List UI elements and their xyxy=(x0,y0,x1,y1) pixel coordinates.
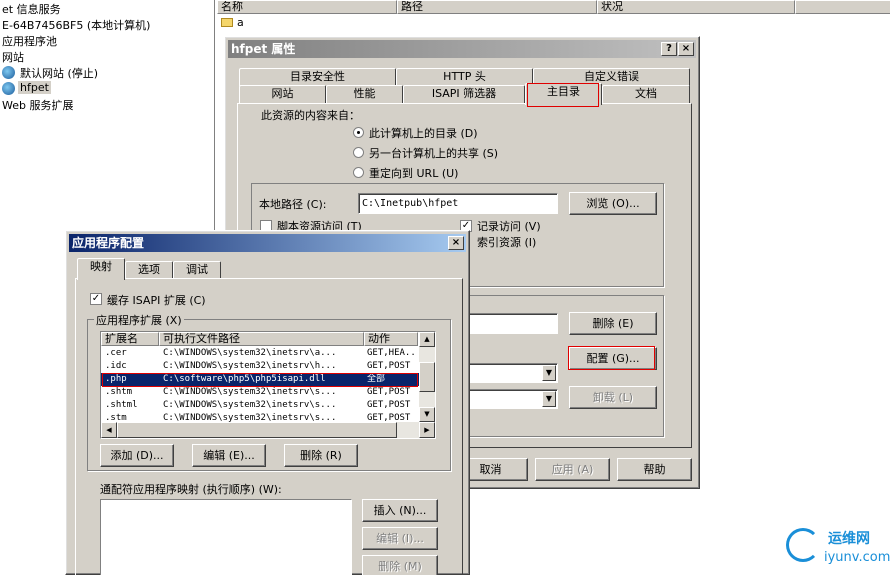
source-label: 此资源的内容来自： xyxy=(261,109,360,122)
folder-icon xyxy=(221,18,233,27)
list-item[interactable]: a xyxy=(237,16,244,29)
tree-item-local-computer[interactable]: E-64B7456BF5 (本地计算机) xyxy=(2,17,150,33)
tab-debugging[interactable]: 调试 xyxy=(173,261,221,279)
cell-verbs: GET,HEA... xyxy=(367,348,417,358)
tab-mappings[interactable]: 映射 xyxy=(77,258,125,280)
local-path-label: 本地路径 (C): xyxy=(259,198,327,211)
remove-wildcard-button[interactable]: 删除 (M) xyxy=(362,555,438,575)
radio-local-directory-label: 此计算机上的目录 (D) xyxy=(369,127,478,140)
watermark-url: iyunv.com xyxy=(824,550,890,565)
radio-network-share-label: 另一台计算机上的共享 (S) xyxy=(369,147,499,160)
tab-performance[interactable]: 性能 xyxy=(326,85,403,103)
app-config-dialog: 应用程序配置 × 映射 选项 调试 ✓ 缓存 ISAPI 扩展 (C) 应用程序… xyxy=(65,230,470,575)
globe-icon xyxy=(2,66,15,79)
scroll-left-icon[interactable]: ◀ xyxy=(101,422,117,438)
table-row[interactable]: .cer C:\WINDOWS\system32\inetsrv\a... GE… xyxy=(101,347,419,360)
local-path-input[interactable]: C:\Inetpub\hfpet xyxy=(358,193,558,214)
tab-documents[interactable]: 文档 xyxy=(602,85,690,103)
tree-item-websites[interactable]: 网站 xyxy=(2,49,24,65)
tab-directory-security[interactable]: 目录安全性 xyxy=(239,68,396,86)
tree-item-iis[interactable]: et 信息服务 xyxy=(2,1,61,17)
scroll-down-icon[interactable]: ▼ xyxy=(419,407,435,422)
column-executable-path[interactable]: 可执行文件路径 xyxy=(159,332,364,346)
index-resource-label: 索引资源 (I) xyxy=(477,236,537,249)
tab-website[interactable]: 网站 xyxy=(239,85,326,103)
cell-extension: .cer xyxy=(105,348,127,358)
table-row[interactable]: .stm C:\WINDOWS\system32\inetsrv\s... GE… xyxy=(101,412,419,422)
column-status[interactable]: 状况 xyxy=(597,0,795,14)
table-row[interactable]: .shtm C:\WINDOWS\system32\inetsrv\s... G… xyxy=(101,386,419,399)
help-bottom-button[interactable]: 帮助 xyxy=(617,458,692,481)
table-row[interactable]: .shtml C:\WINDOWS\system32\inetsrv\s... … xyxy=(101,399,419,412)
tree-item-app-pools[interactable]: 应用程序池 xyxy=(2,33,57,49)
cell-extension: .shtml xyxy=(105,400,138,410)
close-button[interactable]: × xyxy=(678,42,694,56)
log-access-label: 记录访问 (V) xyxy=(477,220,541,233)
cell-path: C:\WINDOWS\system32\inetsrv\a... xyxy=(163,348,337,358)
horizontal-scrollbar[interactable]: ◀ ▶ xyxy=(101,422,435,438)
cache-isapi-checkbox[interactable]: ✓ xyxy=(90,293,102,305)
chevron-down-icon: ▼ xyxy=(542,391,556,407)
radio-network-share[interactable] xyxy=(353,147,364,158)
scroll-thumb[interactable] xyxy=(419,362,435,392)
column-path[interactable]: 路径 xyxy=(397,0,597,14)
cell-path: C:\WINDOWS\system32\inetsrv\s... xyxy=(163,387,337,397)
cell-path: C:\WINDOWS\system32\inetsrv\s... xyxy=(163,400,337,410)
cell-extension: .stm xyxy=(105,413,127,422)
edit-wildcard-button[interactable]: 编辑 (I)... xyxy=(362,527,438,550)
extensions-group-label: 应用程序扩展 (X) xyxy=(94,312,184,328)
apply-button[interactable]: 应用 (A) xyxy=(535,458,610,481)
cache-isapi-label: 缓存 ISAPI 扩展 (C) xyxy=(107,294,206,307)
cell-verbs: GET,POST xyxy=(367,387,411,397)
wildcard-label: 通配符应用程序映射 (执行顺序) (W): xyxy=(100,483,282,496)
scroll-right-icon[interactable]: ▶ xyxy=(419,422,435,438)
table-row[interactable]: .idc C:\WINDOWS\system32\inetsrv\h... GE… xyxy=(101,360,419,373)
remove-app-button[interactable]: 删除 (E) xyxy=(569,312,657,335)
vertical-scrollbar[interactable]: ▲ ▼ xyxy=(419,332,435,422)
column-verbs[interactable]: 动作 xyxy=(364,332,418,346)
tab-http-headers[interactable]: HTTP 头 xyxy=(396,68,533,86)
globe-icon xyxy=(2,82,15,95)
cell-extension: .shtm xyxy=(105,387,133,397)
watermark: 运维网 iyunv.com xyxy=(784,524,890,575)
tree-item-web-extensions[interactable]: Web 服务扩展 xyxy=(2,97,73,113)
column-extension[interactable]: 扩展名 xyxy=(101,332,159,346)
radio-redirect-url-label: 重定向到 URL (U) xyxy=(369,167,459,180)
remove-mapping-button[interactable]: 删除 (R) xyxy=(284,444,358,467)
app-config-title-bar: 应用程序配置 × xyxy=(69,234,466,252)
browse-button[interactable]: 浏览 (O)... xyxy=(569,192,657,215)
tab-isapi-filters[interactable]: ISAPI 筛选器 xyxy=(403,85,525,103)
highlight-php-row xyxy=(102,373,418,387)
highlight-home-tab xyxy=(527,83,599,107)
cell-verbs: GET,POST xyxy=(367,400,411,410)
highlight-configure xyxy=(568,346,655,370)
column-extra xyxy=(795,0,890,14)
properties-title-bar: hfpet 属性 ? × xyxy=(228,40,696,58)
scroll-hthumb[interactable] xyxy=(117,422,397,438)
scroll-up-icon[interactable]: ▲ xyxy=(419,332,435,347)
properties-title: hfpet 属性 xyxy=(231,42,296,56)
cell-verbs: GET,POST xyxy=(367,413,411,422)
cell-path: C:\WINDOWS\system32\inetsrv\h... xyxy=(163,361,337,371)
tree-item-hfpet[interactable]: hfpet xyxy=(18,81,51,94)
cell-path: C:\WINDOWS\system32\inetsrv\s... xyxy=(163,413,337,422)
close-button[interactable]: × xyxy=(448,236,464,250)
tree-item-default-site[interactable]: 默认网站 (停止) xyxy=(20,65,98,81)
help-button[interactable]: ? xyxy=(661,42,677,56)
cell-verbs: GET,POST xyxy=(367,361,411,371)
tab-options[interactable]: 选项 xyxy=(125,261,173,279)
wildcard-list[interactable] xyxy=(100,499,352,575)
column-name[interactable]: 名称 xyxy=(217,0,397,14)
insert-button[interactable]: 插入 (N)... xyxy=(362,499,438,522)
watermark-cn: 运维网 xyxy=(828,531,870,547)
chevron-down-icon: ▼ xyxy=(542,365,556,381)
radio-redirect-url[interactable] xyxy=(353,167,364,178)
radio-local-directory[interactable] xyxy=(353,127,364,138)
cell-extension: .idc xyxy=(105,361,127,371)
unload-button[interactable]: 卸载 (L) xyxy=(569,386,657,409)
app-config-title: 应用程序配置 xyxy=(72,236,145,250)
watermark-logo-icon xyxy=(786,528,820,562)
edit-mapping-button[interactable]: 编辑 (E)... xyxy=(192,444,266,467)
add-mapping-button[interactable]: 添加 (D)... xyxy=(100,444,174,467)
